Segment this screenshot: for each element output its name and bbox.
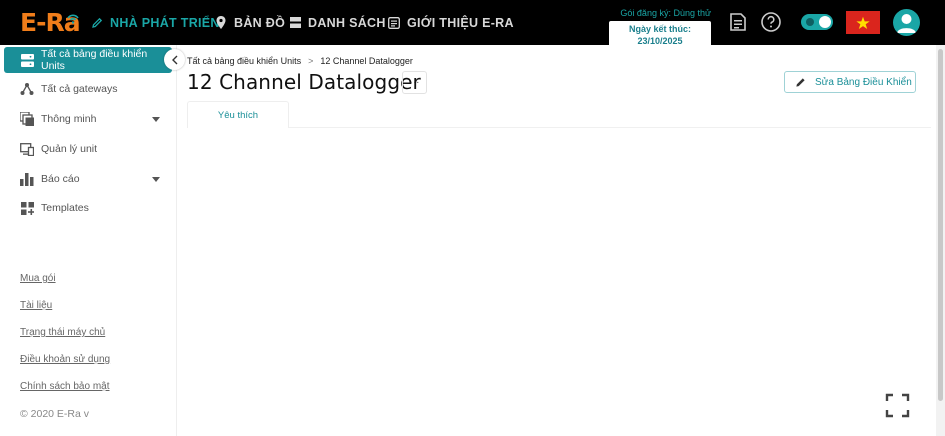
link-documentation[interactable]: Tài liệu [20,300,52,311]
sidebar-item-label: Tất cả bảng điều khiển Units [41,48,148,72]
sidebar-item-label: Thông minh [41,113,97,125]
unit-icon [20,142,34,156]
sidebar-item-label: Templates [41,202,89,214]
nav-map-label: BẢN ĐỒ [234,15,286,30]
report-icon [20,172,34,186]
nav-list[interactable]: DANH SÁCH [288,0,386,45]
more-options-button[interactable]: ··· [402,71,427,94]
notes-icon[interactable] [727,11,749,33]
user-avatar-icon[interactable] [893,9,920,36]
sidebar-item-templates[interactable]: Templates [0,195,177,221]
sidebar-item-label: Tất cả gateways [41,83,118,95]
sidebar-item-reports[interactable]: Báo cáo [0,166,177,192]
star-icon [856,16,870,29]
sidebar-item-smart[interactable]: Thông minh [0,106,177,132]
location-pin-icon [214,16,228,30]
copyright: © 2020 E-Ra v [20,408,90,420]
breadcrumb-separator: > [308,56,314,66]
vietnam-flag-icon[interactable] [846,11,880,34]
toggle-knob [819,16,831,28]
sidebar-item-label: Quản lý unit [41,143,98,155]
scrollbar-thumb[interactable] [938,49,943,401]
page-scrollbar[interactable] [936,45,945,436]
page-title: 12 Channel Datalogger [187,70,421,94]
tab-favorites[interactable]: Yêu thích [187,101,289,128]
pencil-icon [796,78,805,87]
chevron-left-icon [171,55,177,64]
breadcrumb-parent[interactable]: Tất cả bảng điều khiển Units [187,56,301,66]
subscription-plan[interactable]: Gói đăng ký: Dùng thử Ngày kết thúc: 23/… [609,7,711,49]
theme-toggle[interactable] [801,14,833,30]
fullscreen-icon[interactable] [885,393,910,418]
sidebar-item-all-dashboards[interactable]: Tất cả bảng điều khiển Units [4,47,172,73]
nav-developer[interactable]: NHÀ PHÁT TRIỂN [90,0,220,45]
plan-label: Gói đăng ký: Dùng thử [620,8,711,18]
link-buy-plan[interactable]: Mua gói [20,273,56,284]
nav-developer-label: NHÀ PHÁT TRIỂN [110,15,220,30]
link-privacy-policy[interactable]: Chính sách bảo mật [20,381,110,392]
tab-bar: Yêu thích [187,101,931,128]
chevron-down-icon[interactable] [152,116,160,122]
nav-about-label: GIỚI THIỆU E-RA [407,15,514,30]
list-icon [288,16,302,30]
link-server-status[interactable]: Trạng thái máy chủ [20,327,105,338]
sidebar-item-label: Báo cáo [41,173,80,185]
breadcrumb-current: 12 Channel Datalogger [320,56,413,66]
plan-expire-date: Ngày kết thúc: 23/10/2025 [609,21,711,49]
pencil-icon [90,16,104,30]
chevron-down-icon[interactable] [152,176,160,182]
nav-about[interactable]: GIỚI THIỆU E-RA [387,0,514,45]
edit-dashboard-button[interactable]: Sửa Bảng Điều Khiển [784,71,916,93]
link-terms-of-use[interactable]: Điều khoản sử dụng [20,354,110,365]
gateway-icon [20,82,34,96]
more-options-label: ··· [409,77,420,88]
sidebar-item-unit-management[interactable]: Quản lý unit [0,136,177,162]
toggle-dot [806,18,814,26]
edit-dashboard-label: Sửa Bảng Điều Khiển [815,77,912,88]
dashboard-icon [20,53,34,67]
sidebar-item-gateways[interactable]: Tất cả gateways [0,76,177,102]
tab-label: Yêu thích [217,109,259,121]
sidebar: Tất cả bảng điều khiển Units Tất cả gate… [0,45,177,436]
info-card-icon [387,16,401,30]
nav-map[interactable]: BẢN ĐỒ [214,0,285,45]
breadcrumb: Tất cả bảng điều khiển Units > 12 Channe… [187,56,413,66]
top-bar: E-Ra NHÀ PHÁT TRIỂN BẢN ĐỒ DANH SÁCH GIỚ… [0,0,945,49]
templates-icon [20,201,34,215]
smart-icon [20,112,34,126]
wifi-icon [67,14,79,24]
nav-list-label: DANH SÁCH [308,15,386,30]
help-icon[interactable] [760,11,782,33]
logo[interactable]: E-Ra [20,8,82,38]
collapse-sidebar-button[interactable] [164,49,185,70]
